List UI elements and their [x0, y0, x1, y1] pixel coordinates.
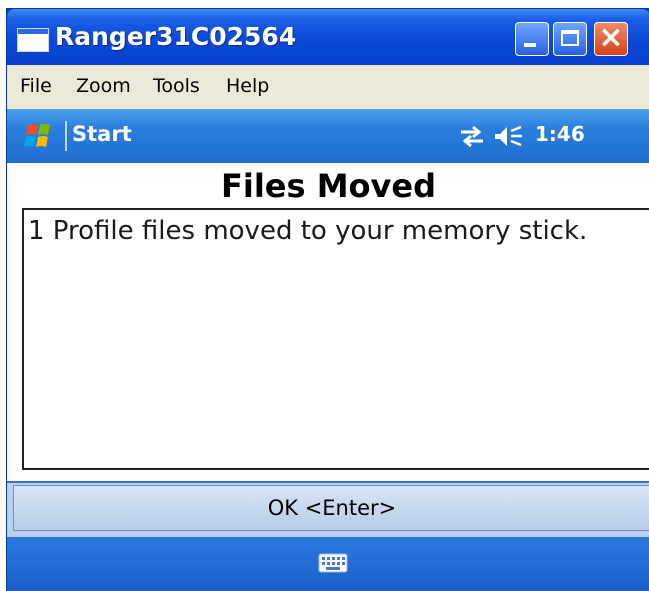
message-box: 1 Profile files moved to your memory sti…: [22, 208, 649, 470]
maximize-button[interactable]: [553, 22, 587, 56]
emulator-window: Ranger31C02564 × File Zoom Tools Help St…: [6, 8, 649, 591]
menu-tools[interactable]: Tools: [153, 75, 200, 97]
start-separator: [65, 121, 67, 151]
close-button[interactable]: ×: [594, 22, 628, 56]
keyboard-icon[interactable]: [318, 552, 348, 574]
app-window-icon: [17, 28, 49, 52]
menu-help[interactable]: Help: [226, 75, 269, 97]
window-titlebar[interactable]: Ranger31C02564 ×: [7, 9, 649, 65]
maximize-icon: [561, 30, 579, 46]
minimize-button[interactable]: [515, 22, 549, 56]
connectivity-icon[interactable]: [457, 123, 487, 149]
menu-bar: File Zoom Tools Help: [7, 65, 649, 109]
bottom-bar: [7, 537, 649, 591]
clock[interactable]: 1:46: [535, 122, 585, 146]
message-text: 1 Profile files moved to your memory sti…: [28, 216, 588, 246]
minimize-icon: [524, 43, 536, 47]
dialog-content: Files Moved 1 Profile files moved to you…: [7, 163, 649, 481]
ok-button[interactable]: OK <Enter>: [13, 485, 649, 531]
start-button[interactable]: Start: [72, 122, 132, 146]
softkey-bar: OK <Enter>: [7, 481, 649, 539]
dialog-heading: Files Moved: [221, 167, 436, 205]
close-icon: ×: [598, 20, 624, 55]
windows-logo-icon[interactable]: [22, 122, 58, 150]
menu-zoom[interactable]: Zoom: [76, 75, 131, 97]
start-bar: Start 1:46: [7, 109, 649, 163]
window-title: Ranger31C02564: [55, 22, 297, 51]
menu-file[interactable]: File: [20, 75, 52, 97]
volume-icon[interactable]: [493, 123, 523, 149]
